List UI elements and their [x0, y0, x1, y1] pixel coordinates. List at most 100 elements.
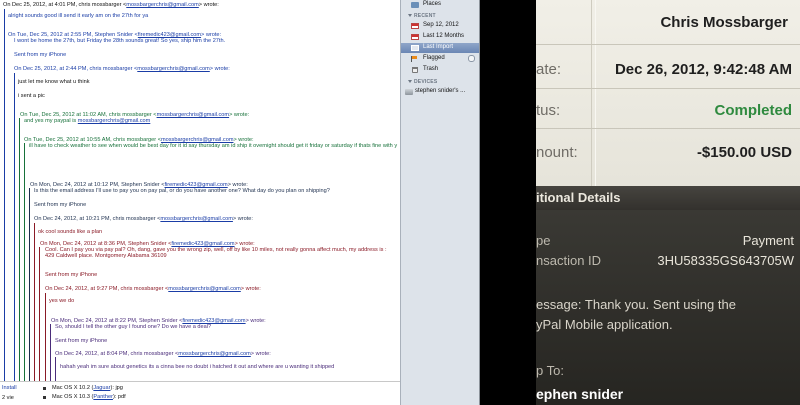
email-line: and yes my paypal is mossbargerchris@gma… [24, 118, 150, 124]
quote-header-text: On Dec 24, 2012, at 8:04 PM, chris mossb… [55, 351, 179, 357]
email-link[interactable]: mossbargerchris@gmail.com [157, 112, 230, 118]
email-line: Sent from my iPhone [14, 52, 67, 58]
disclosure-triangle-icon [408, 14, 412, 18]
quote-bar [50, 324, 51, 381]
quote-bar [39, 247, 40, 381]
email-header: On Dec 25, 2012, at 4:01 PM, chris mossb… [3, 2, 219, 8]
sidebar-item-last-import[interactable]: Last Import [401, 43, 479, 53]
bullet-icon [43, 387, 46, 390]
quote-bar [4, 9, 5, 381]
email-line: i sent a pic [18, 93, 45, 99]
email-line: I wont be home the 27th, but Friday the … [14, 38, 226, 44]
sidebar-item-places[interactable]: Places [401, 0, 479, 10]
sidebar-item-last-12-months[interactable]: Last 12 Months [401, 32, 479, 42]
email-thread-pane[interactable]: On Dec 25, 2012, at 4:01 PM, chris mossb… [0, 0, 400, 381]
email-line: hahah yeah im sure about genetics its a … [60, 364, 335, 370]
sidebar-item-label: Sep 12, 2012 [423, 22, 459, 28]
row-divider [536, 128, 800, 129]
amount-value: -$150.00 USD [696, 144, 792, 161]
list-item-text: Mac OS X 10.2 ( [52, 385, 94, 391]
email-quote-header: On Dec 24, 2012, at 10:21 PM, chris moss… [34, 216, 253, 222]
views-text: 2 vie [2, 395, 14, 401]
dark-gap [480, 0, 536, 405]
sidebar-section-devices[interactable]: DEVICES [408, 79, 437, 85]
quote-header-end: > wrote: [229, 112, 250, 118]
row-divider [536, 88, 800, 89]
list-item: Mac OS X 10.2 (Jaguar): jpg [52, 385, 123, 391]
list-item: Mac OS X 10.3 (Panther): pdf [52, 394, 126, 400]
quote-bar [14, 73, 15, 381]
quote-bar [34, 223, 35, 381]
sidebar-item-label: Last Import [423, 44, 454, 50]
email-line: just let me know what u think [18, 79, 90, 85]
ship-to-label: p To: [536, 363, 564, 378]
sidebar-item-label: stephen snider's ... [415, 88, 466, 94]
sidebar-item-label: Flagged [423, 55, 445, 61]
bullet-icon [43, 396, 46, 399]
email-line: So, should I tell the other guy I found … [55, 324, 212, 330]
calendar-icon [411, 23, 419, 29]
email-line: Sent from my iPhone [45, 272, 98, 278]
email-link[interactable]: mossbargerchris@gmail.com [137, 66, 210, 72]
sidebar-item-label: Trash [423, 66, 439, 72]
message-line: essage: Thank you. Sent using the [536, 297, 736, 312]
status-value: Completed [714, 102, 792, 119]
sidebar-item-label: Last 12 Months [423, 33, 465, 39]
type-label: pe [536, 233, 551, 248]
transaction-id-label: nsaction ID [536, 253, 602, 268]
email-link[interactable]: mossbargerchris@gmail.com [168, 286, 241, 292]
map-pin-icon [411, 2, 419, 8]
quote-bar [19, 118, 20, 381]
email-line: alright sounds good ill send it early am… [8, 13, 149, 19]
section-label: RECENT [414, 13, 436, 19]
email-quote-header: On Dec 25, 2012, at 2:44 PM, chris mossb… [14, 66, 230, 72]
trash-icon [412, 67, 418, 73]
sidebar-item-sep-12[interactable]: Sep 12, 2012 [401, 21, 479, 31]
email-link[interactable]: mossbargerchris@gmail.com [160, 216, 233, 222]
quote-bar [45, 293, 46, 381]
list-item-text: Mac OS X 10.3 ( [52, 394, 94, 400]
sender-name: Chris Mossbarger [660, 14, 788, 31]
line-text: and yes my paypal is [24, 118, 78, 124]
section-title: itional Details [536, 190, 621, 205]
quote-header-end: > wrote: [232, 216, 253, 222]
quote-header-end: > wrote: [245, 318, 266, 324]
ship-to-name: ephen snider [536, 386, 624, 402]
list-item-link[interactable]: Panther [93, 394, 113, 400]
sidebar-section-recent[interactable]: RECENT [408, 13, 436, 19]
count-badge [468, 55, 475, 62]
amount-label: nount: [536, 144, 578, 161]
install-text[interactable]: Install [2, 385, 17, 391]
import-icon [411, 45, 419, 51]
date-value: Dec 26, 2012, 9:42:48 AM [614, 61, 792, 78]
quote-bar [29, 188, 30, 381]
email-link[interactable]: mossbargerchris@gmail.com [126, 2, 199, 8]
sidebar-item-flagged[interactable]: Flagged [401, 54, 479, 64]
quote-bar [55, 357, 56, 381]
sidebar-item-device[interactable]: stephen snider's ... [401, 87, 479, 97]
message-line: yPal Mobile application. [536, 317, 673, 332]
email-link[interactable]: mossbargerchris@gmail.com [178, 351, 251, 357]
email-header-end: > wrote: [198, 2, 219, 8]
sidebar-item-trash[interactable]: Trash [401, 65, 479, 75]
receipt-summary-table: Chris Mossbarger ate: Dec 26, 2012, 9:42… [536, 0, 800, 186]
email-quote-header: On Dec 24, 2012, at 9:27 PM, chris mossb… [45, 286, 261, 292]
quote-header-text: On Dec 25, 2012, at 2:44 PM, chris mossb… [14, 66, 138, 72]
email-link[interactable]: mossbargerchris@gmail.com [78, 118, 151, 124]
list-item-end: ): jpg [110, 385, 123, 391]
email-line: 429 Caldwell place. Montgomery Alabama 3… [45, 253, 167, 259]
additional-details-body: pe Payment nsaction ID 3HU58335GS643705W… [536, 210, 800, 405]
disclosure-triangle-icon [408, 80, 412, 84]
status-label: tus: [536, 102, 561, 119]
iphone-device-icon [405, 89, 413, 95]
transaction-id-value: 3HU58335GS643705W [657, 253, 794, 268]
quote-header-end: > wrote: [250, 351, 271, 357]
additional-details-header: itional Details [536, 186, 800, 210]
quote-header-text: On Dec 24, 2012, at 9:27 PM, chris mossb… [45, 286, 169, 292]
list-item-link[interactable]: Jaguar [93, 385, 110, 391]
flag-icon [411, 56, 419, 62]
quote-header-end: > wrote: [240, 286, 261, 292]
background-webpage-strip: Install 2 vie Mac OS X 10.2 (Jaguar): jp… [0, 381, 400, 405]
email-quote-header: On Dec 24, 2012, at 8:04 PM, chris mossb… [55, 351, 271, 357]
email-line: Sent from my iPhone [55, 338, 108, 344]
